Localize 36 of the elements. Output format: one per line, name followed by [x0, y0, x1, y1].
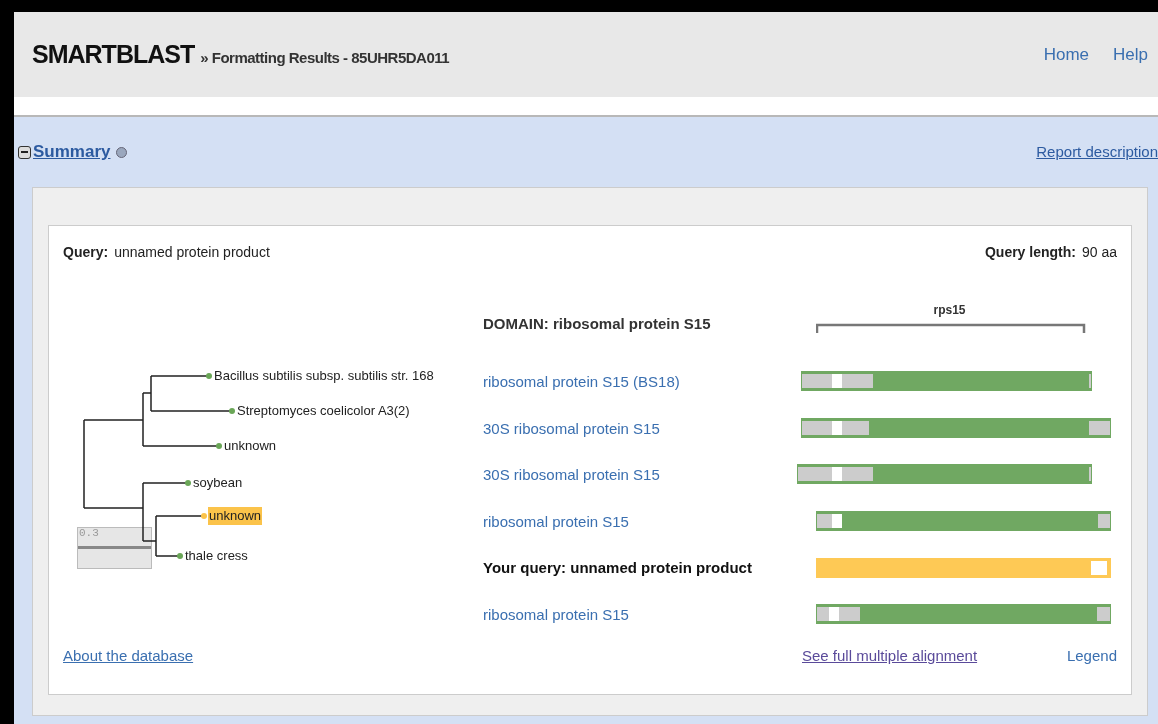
- alignment-bar[interactable]: [801, 417, 1111, 438]
- hit-link[interactable]: 30S ribosomal protein S15: [483, 405, 785, 453]
- leaf-label[interactable]: Streptomyces coelicolor A3(2): [236, 402, 411, 420]
- query-label: Your query: unnamed protein product: [483, 558, 753, 579]
- collapse-toggle[interactable]: [18, 145, 31, 159]
- nav-link[interactable]: Home: [1043, 41, 1090, 68]
- multiple-alignment-link[interactable]: See full multiple alignment: [802, 644, 978, 668]
- nav-link[interactable]: Help: [1113, 41, 1148, 68]
- alignment-bar[interactable]: [816, 557, 1111, 578]
- leaf-label[interactable]: thale cress: [184, 547, 249, 565]
- alignment-bar[interactable]: [801, 371, 1092, 392]
- alignment-bar[interactable]: [797, 464, 1092, 485]
- query-value: unnamed protein product: [114, 243, 270, 262]
- leaf-label[interactable]: soybean: [192, 474, 244, 492]
- hit-link[interactable]: ribosomal protein S15 (BS18): [483, 359, 785, 406]
- alignment-bar[interactable]: [816, 511, 1111, 532]
- alignment-bar[interactable]: [816, 604, 1111, 625]
- query-length-value: 90 aa: [1081, 243, 1117, 262]
- about-database-link[interactable]: About the database: [63, 644, 802, 668]
- domain-name: rps15: [932, 302, 967, 319]
- hit-link[interactable]: 30S ribosomal protein S15: [483, 452, 785, 499]
- hit-link[interactable]: ribosomal protein S15: [483, 498, 785, 546]
- brand-title: SMARTBLAST: [32, 38, 195, 70]
- summary-link[interactable]: Summary: [33, 139, 111, 165]
- breadcrumb: » Formatting Results - 85UHR5DA011: [200, 47, 450, 68]
- scale-value: 0.3: [79, 528, 99, 539]
- domain-heading: DOMAIN: ribosomal protein S15: [483, 314, 712, 334]
- leaf-label[interactable]: unknown: [208, 507, 263, 525]
- hit-link[interactable]: ribosomal protein S15: [483, 591, 785, 639]
- report-description-link[interactable]: Report description: [1036, 140, 1158, 164]
- legend-link[interactable]: Legend: [1066, 644, 1117, 668]
- query-label: Query:: [63, 243, 109, 262]
- leaf-label[interactable]: Bacillus subtilis subsp. subtilis str. 168: [213, 367, 435, 385]
- leaf-label[interactable]: unknown: [223, 437, 278, 455]
- help-icon[interactable]: [116, 146, 128, 158]
- query-length-label: Query length:: [984, 243, 1076, 262]
